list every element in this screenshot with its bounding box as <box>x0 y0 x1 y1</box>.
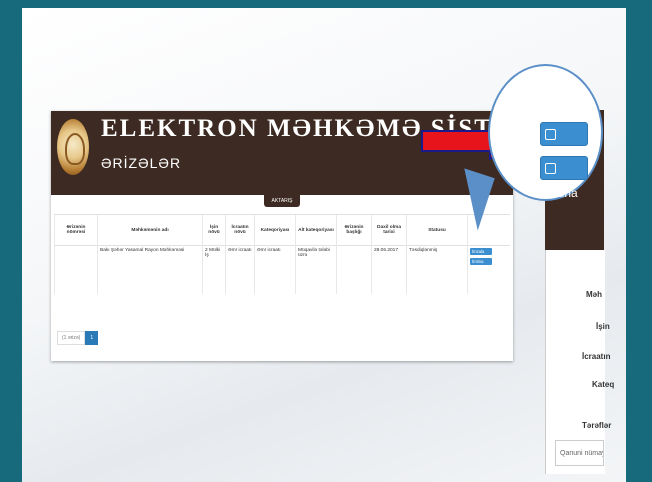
cell-actions: İmzala İmtina <box>467 245 510 294</box>
zoom-reject-button[interactable]: İmtina <box>540 156 588 200</box>
zoom-sign-button[interactable]: İmzala <box>540 122 588 166</box>
right-label-court: Məh <box>586 290 602 299</box>
cell-subcategory: Müqavilə tələbi üzrə <box>295 245 337 294</box>
court-logo-icon <box>57 119 89 175</box>
column-header[interactable]: İşin növü <box>202 214 226 246</box>
column-header[interactable]: İcraatın növü <box>225 214 255 246</box>
cell-number <box>54 245 98 294</box>
cell-date: 28.06.2017 <box>371 245 407 294</box>
sign-icon <box>545 129 556 140</box>
export-button[interactable]: AKTARIŞ <box>264 195 300 207</box>
applications-table: Ərizənin nömrəsi Məhkəmənin adı İşin növ… <box>54 214 510 294</box>
column-header[interactable]: Alt kateqoriyası <box>295 214 337 246</box>
cell-status: Təsdiqlənmiş <box>406 245 468 294</box>
column-header[interactable]: Ərizənin başlığı <box>336 214 372 246</box>
right-label-proceeding: İcraatın <box>582 352 611 361</box>
representative-input[interactable]: Qanuni nümayə <box>555 440 604 466</box>
sign-button[interactable]: İmzala <box>470 248 492 255</box>
reject-button[interactable]: İmtina <box>470 258 492 265</box>
column-header[interactable]: Məhkəmənin adı <box>97 214 203 246</box>
page-subtitle: ƏRİZƏLƏR <box>101 155 182 171</box>
cell-title <box>336 245 372 294</box>
reject-icon <box>545 163 556 174</box>
table-header-row: Ərizənin nömrəsi Məhkəmənin adı İşin növ… <box>54 214 510 246</box>
cell-category: Əmr icraatı <box>254 245 296 294</box>
column-header[interactable]: Kateqoriyası <box>254 214 296 246</box>
right-label-case: İşin <box>596 322 610 331</box>
table-row[interactable]: Bakı Şəhər Yasamal Rayon Məhkəməsi 2 Mül… <box>54 245 510 294</box>
column-header[interactable]: Ərizənin nömrəsi <box>54 214 98 246</box>
pagination: (1 ərizə) 1 <box>57 331 99 345</box>
cell-proceeding: Əmr icraatı <box>225 245 255 294</box>
export-bar: AKTARIŞ <box>51 195 513 207</box>
page-1-button[interactable]: 1 <box>85 331 99 345</box>
zoom-reject-label: İmtina <box>545 186 578 200</box>
right-label-parties: Tərəflər <box>582 421 612 430</box>
cell-court: Bakı Şəhər Yasamal Rayon Məhkəməsi <box>97 245 203 294</box>
cell-case-type: 2 Mülki İş <box>202 245 226 294</box>
pagination-info: (1 ərizə) <box>57 331 86 345</box>
column-header[interactable]: Daxil olma tarixi <box>371 214 407 246</box>
right-label-category: Kateq <box>592 380 615 389</box>
